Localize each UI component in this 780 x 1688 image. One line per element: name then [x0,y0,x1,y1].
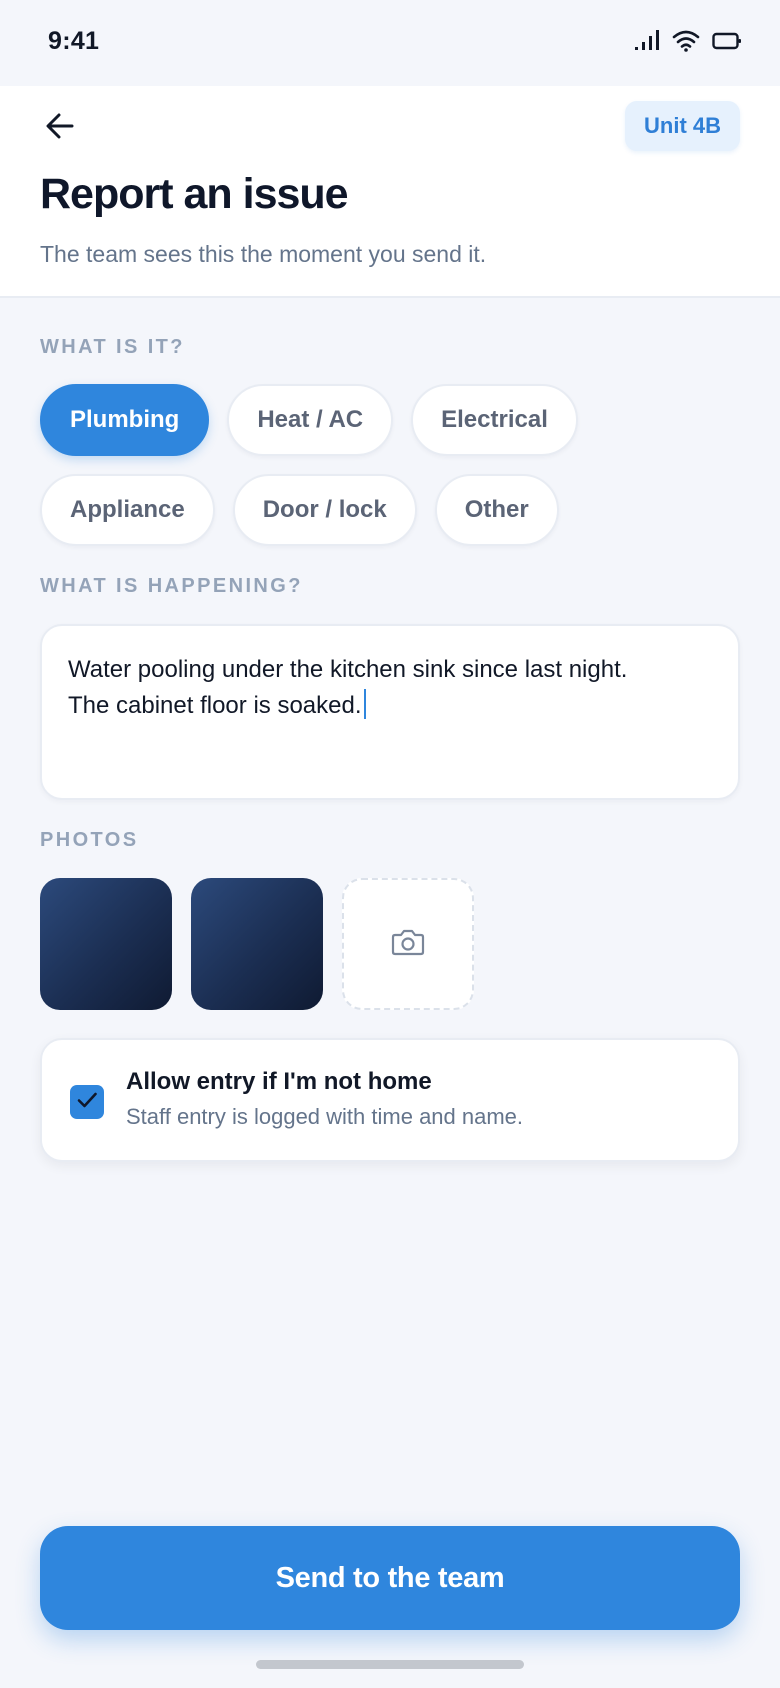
category-chip-row-2: Appliance Door / lock Other [40,474,559,546]
photos-section-label: PHOTOS [40,829,139,851]
status-icons [634,30,742,52]
category-chip-row-1: Plumbing Heat / AC Electrical [40,384,578,456]
chip-appliance[interactable]: Appliance [40,474,215,546]
chip-door-lock[interactable]: Door / lock [232,474,417,546]
description-line-2: The cabinet floor is soaked. [68,688,712,724]
photo-row [40,878,474,1010]
add-photo-button[interactable] [342,878,474,1010]
back-button[interactable] [36,104,84,152]
category-section-label: WHAT IS IT? [40,336,185,358]
page-title: Report an issue [40,170,349,218]
chip-electrical[interactable]: Electrical [411,384,578,456]
chip-heat-ac[interactable]: Heat / AC [227,384,394,456]
send-button[interactable]: Send to the team [40,1526,740,1630]
photo-thumbnail[interactable] [40,878,172,1010]
battery-icon [712,31,742,51]
status-time: 9:41 [48,27,100,55]
photo-thumbnail[interactable] [191,878,323,1010]
chip-other[interactable]: Other [434,474,559,546]
header: Unit 4B Report an issue The team sees th… [0,86,780,298]
page-subtitle: The team sees this the moment you send i… [40,241,487,267]
description-textarea[interactable]: Water pooling under the kitchen sink sin… [40,624,740,800]
home-indicator [256,1660,524,1669]
entry-permission-card[interactable]: Allow entry if I'm not home Staff entry … [40,1038,740,1162]
description-line-2-text: The cabinet floor is soaked. [68,692,362,719]
chip-plumbing[interactable]: Plumbing [40,384,210,456]
description-section-label: WHAT IS HAPPENING? [40,575,303,597]
report-issue-screen: 9:41 Unit 4B Report an issue The team se… [0,0,780,1688]
unit-badge[interactable]: Unit 4B [625,101,740,151]
entry-permission-title: Allow entry if I'm not home [126,1068,432,1095]
entry-checkbox[interactable] [70,1085,104,1119]
description-line-1: Water pooling under the kitchen sink sin… [68,656,628,683]
wifi-icon [672,30,700,52]
cellular-signal-icon [634,30,660,52]
text-caret [363,689,366,719]
status-bar: 9:41 [0,0,780,86]
camera-icon [391,928,425,961]
arrow-left-icon [44,110,76,147]
checkmark-icon [75,1088,99,1117]
entry-permission-description: Staff entry is logged with time and name… [126,1104,524,1129]
